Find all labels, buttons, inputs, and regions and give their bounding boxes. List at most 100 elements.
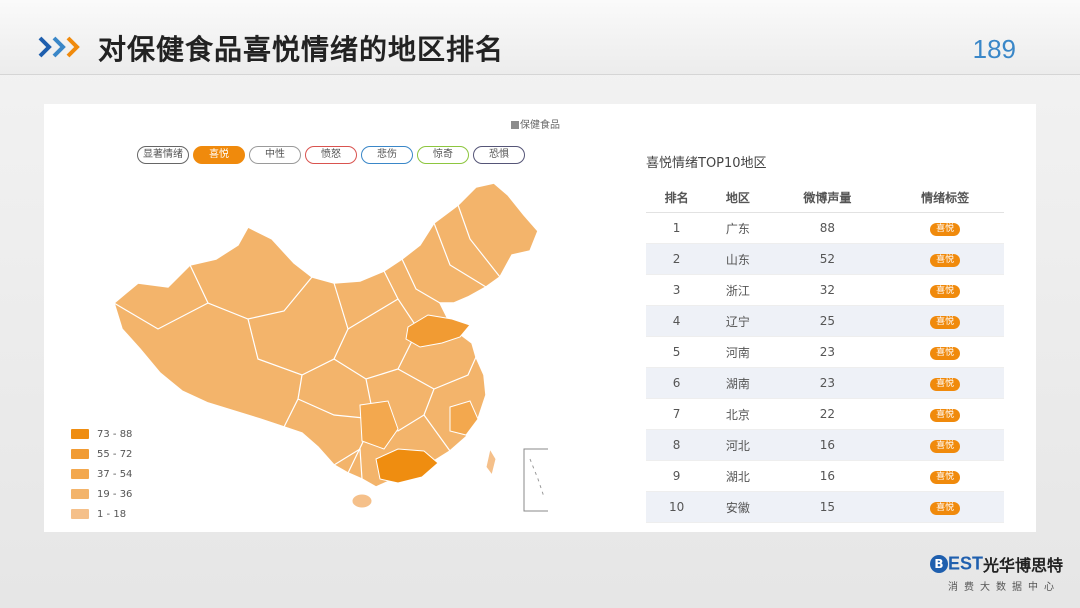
- map-mainland[interactable]: [113, 182, 539, 488]
- cell-rank: 4: [646, 305, 708, 337]
- cell-volume: 16: [768, 460, 887, 492]
- range-swatch: [71, 449, 89, 459]
- column-header-tag[interactable]: 情绪标签: [886, 182, 1004, 213]
- cell-tag: 喜悦: [886, 212, 1004, 244]
- range-label: 55 - 72: [97, 448, 133, 460]
- column-header-region[interactable]: 地区: [707, 182, 769, 213]
- range-legend-item[interactable]: 19 - 36: [71, 484, 132, 504]
- emotion-tag-badge: 喜悦: [930, 254, 961, 267]
- cell-rank: 2: [646, 243, 708, 275]
- emotion-tag-badge: 喜悦: [930, 285, 961, 298]
- logo-brand: EST: [948, 553, 984, 574]
- cell-rank: 9: [646, 460, 708, 492]
- cell-tag: 喜悦: [886, 491, 1004, 523]
- cell-volume: 23: [768, 367, 887, 399]
- province-taiwan[interactable]: [485, 447, 497, 477]
- emotion-tag-badge: 喜悦: [930, 223, 961, 236]
- table-title: 喜悦情绪TOP10地区: [646, 156, 767, 171]
- chevrons-icon: [38, 36, 80, 58]
- range-legend: 73 - 88 55 - 72 37 - 54 19 - 36 1 - 18: [71, 424, 132, 524]
- column-header-rank[interactable]: 排名: [646, 182, 708, 213]
- range-legend-item[interactable]: 1 - 18: [71, 504, 132, 524]
- range-swatch: [71, 509, 89, 519]
- filter-pill-joy[interactable]: 喜悦: [193, 146, 245, 164]
- filter-pill-anger[interactable]: 愤怒: [305, 146, 357, 164]
- range-swatch: [71, 429, 89, 439]
- cell-rank: 7: [646, 398, 708, 430]
- cell-rank: 3: [646, 274, 708, 306]
- logo-name: 光华博思特: [983, 556, 1064, 575]
- table-row[interactable]: 9 湖北 16 喜悦: [646, 460, 1004, 492]
- cell-volume: 16: [768, 429, 887, 461]
- table-row[interactable]: 1 广东 88 喜悦: [646, 212, 1004, 244]
- cell-rank: 6: [646, 367, 708, 399]
- cell-tag: 喜悦: [886, 367, 1004, 399]
- cell-region: 河北: [707, 429, 769, 461]
- cell-tag: 喜悦: [886, 305, 1004, 337]
- table-row[interactable]: 5 河南 23 喜悦: [646, 336, 1004, 368]
- table-row[interactable]: 4 辽宁 25 喜悦: [646, 305, 1004, 337]
- cell-tag: 喜悦: [886, 274, 1004, 306]
- table-row[interactable]: 6 湖南 23 喜悦: [646, 367, 1004, 399]
- cell-volume: 23: [768, 336, 887, 368]
- cell-region: 辽宁: [707, 305, 769, 337]
- cell-volume: 25: [768, 305, 887, 337]
- emotion-filter-bar: 显著情绪 喜悦 中性 愤怒 悲伤 惊奇 恐惧: [137, 146, 525, 164]
- range-legend-item[interactable]: 55 - 72: [71, 444, 132, 464]
- filter-pill-fear[interactable]: 恐惧: [473, 146, 525, 164]
- range-legend-item[interactable]: 37 - 54: [71, 464, 132, 484]
- brand-logo: B EST光华博思特 消费大数据中心: [930, 552, 1063, 593]
- cell-tag: 喜悦: [886, 460, 1004, 492]
- series-legend[interactable]: 保健食品: [511, 116, 560, 131]
- filter-pill-sadness[interactable]: 悲伤: [361, 146, 413, 164]
- table-row[interactable]: 8 河北 16 喜悦: [646, 429, 1004, 461]
- table-row[interactable]: 2 山东 52 喜悦: [646, 243, 1004, 275]
- table-row[interactable]: 7 北京 22 喜悦: [646, 398, 1004, 430]
- cell-volume: 15: [768, 491, 887, 523]
- cell-rank: 8: [646, 429, 708, 461]
- cell-volume: 22: [768, 398, 887, 430]
- range-label: 1 - 18: [97, 508, 127, 520]
- legend-square-icon: [511, 121, 519, 129]
- emotion-tag-badge: 喜悦: [930, 471, 961, 484]
- range-swatch: [71, 489, 89, 499]
- cell-region: 广东: [707, 212, 769, 244]
- column-header-volume[interactable]: 微博声量: [768, 182, 887, 213]
- table-row[interactable]: 3 浙江 32 喜悦: [646, 274, 1004, 306]
- cell-rank: 10: [646, 491, 708, 523]
- cell-region: 山东: [707, 243, 769, 275]
- logo-badge: B: [930, 555, 948, 573]
- cell-tag: 喜悦: [886, 429, 1004, 461]
- china-choropleth-map[interactable]: [98, 179, 548, 519]
- cell-tag: 喜悦: [886, 398, 1004, 430]
- emotion-tag-badge: 喜悦: [930, 502, 961, 515]
- slide-header: 对保健食品喜悦情绪的地区排名 189: [0, 0, 1080, 75]
- cell-volume: 32: [768, 274, 887, 306]
- cell-tag: 喜悦: [886, 243, 1004, 275]
- cell-volume: 88: [768, 212, 887, 244]
- cell-rank: 1: [646, 212, 708, 244]
- table-row[interactable]: 10 安徽 15 喜悦: [646, 491, 1004, 523]
- page-title: 对保健食品喜悦情绪的地区排名: [98, 33, 505, 66]
- series-legend-label: 保健食品: [520, 120, 560, 131]
- range-label: 19 - 36: [97, 488, 133, 500]
- emotion-tag-badge: 喜悦: [930, 409, 961, 422]
- emotion-tag-badge: 喜悦: [930, 316, 961, 329]
- cell-region: 浙江: [707, 274, 769, 306]
- range-label: 73 - 88: [97, 428, 133, 440]
- cell-region: 河南: [707, 336, 769, 368]
- cell-tag: 喜悦: [886, 336, 1004, 368]
- province-hainan[interactable]: [351, 493, 373, 509]
- filter-pill-neutral[interactable]: 中性: [249, 146, 301, 164]
- cell-region: 北京: [707, 398, 769, 430]
- cell-rank: 5: [646, 336, 708, 368]
- filter-pill-significant[interactable]: 显著情绪: [137, 146, 189, 164]
- table-header-row: 排名 地区 微博声量 情绪标签: [646, 182, 1004, 213]
- content-panel: 保健食品 显著情绪 喜悦 中性 愤怒 悲伤 惊奇 恐惧 73 - 88 55 -…: [44, 104, 1036, 532]
- range-legend-item[interactable]: 73 - 88: [71, 424, 132, 444]
- ranking-table: 排名 地区 微博声量 情绪标签 1 广东 88 喜悦 2 山东 52 喜悦 3 浙江 32 喜悦 4 辽宁…: [646, 182, 1004, 523]
- cell-region: 湖北: [707, 460, 769, 492]
- filter-pill-surprise[interactable]: 惊奇: [417, 146, 469, 164]
- cell-region: 湖南: [707, 367, 769, 399]
- emotion-tag-badge: 喜悦: [930, 378, 961, 391]
